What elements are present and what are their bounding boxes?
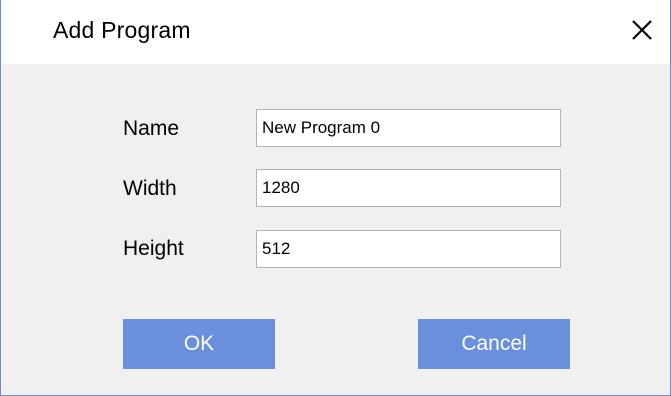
ok-button[interactable]: OK — [123, 319, 275, 369]
height-field[interactable] — [256, 230, 561, 268]
height-label: Height — [123, 237, 184, 260]
close-icon — [632, 20, 652, 40]
width-label: Width — [123, 177, 177, 200]
name-field[interactable] — [256, 109, 561, 147]
dialog-titlebar: Add Program — [1, 0, 670, 64]
name-label: Name — [123, 117, 180, 140]
cancel-button[interactable]: Cancel — [418, 319, 570, 369]
width-field[interactable] — [256, 169, 561, 207]
dialog-title: Add Program — [53, 17, 191, 43]
close-button[interactable] — [624, 12, 660, 48]
add-program-dialog: Add Program Name Width Height OK Cancel — [0, 0, 671, 396]
